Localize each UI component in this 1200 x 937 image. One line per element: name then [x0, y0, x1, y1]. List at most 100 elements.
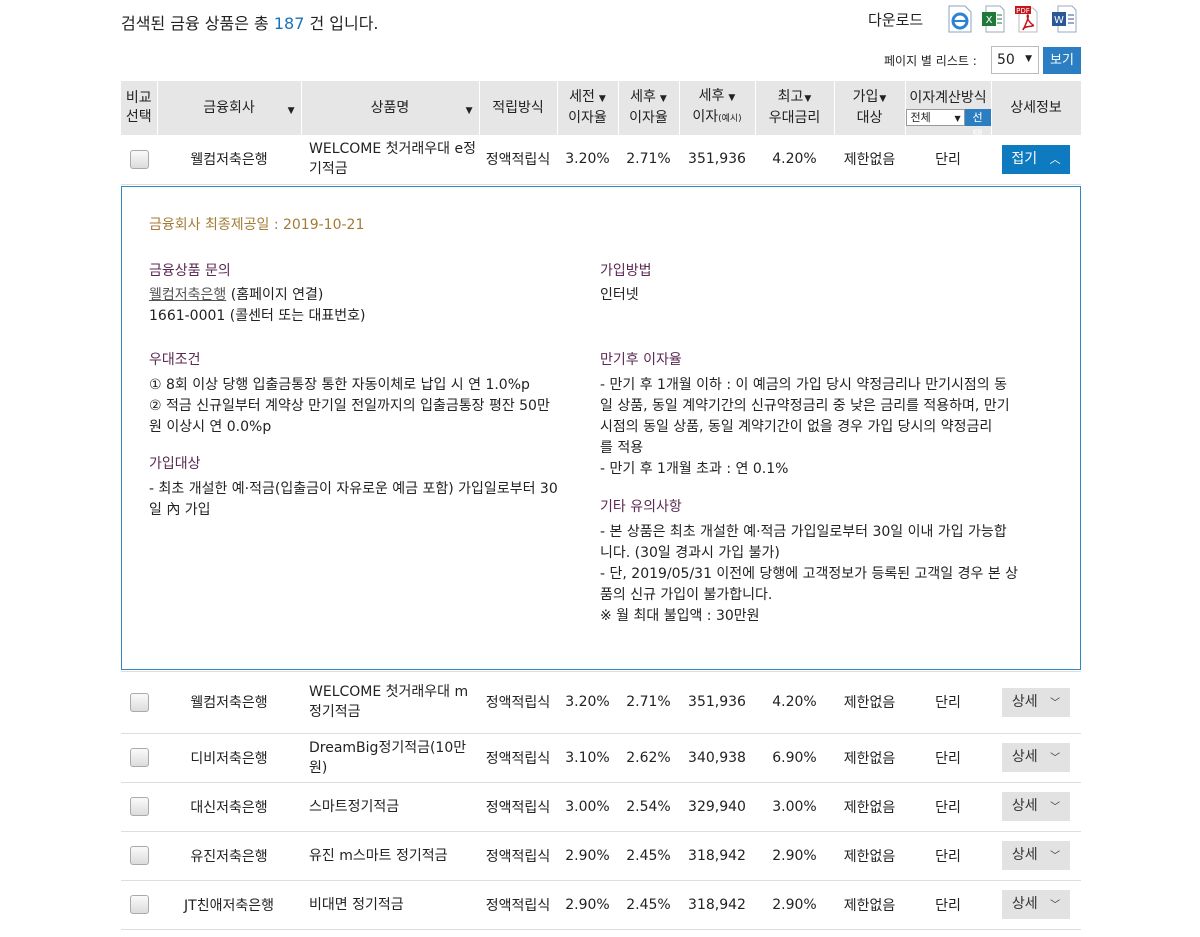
- interest-cell: 351,936: [679, 135, 755, 185]
- per-page-select[interactable]: 50 ▼: [991, 46, 1039, 74]
- target-cell: 제한없음: [834, 135, 905, 185]
- aftertax-cell: 2.54%: [618, 782, 679, 832]
- col-pretax-line1: 세전: [569, 89, 595, 105]
- col-info-label: 상세정보: [1010, 99, 1062, 116]
- ie-icon[interactable]: [945, 4, 975, 34]
- col-company-label: 금융회사: [203, 99, 255, 116]
- company-cell: 대신저축은행: [157, 782, 301, 832]
- col-aftertax-line1: 세후: [630, 89, 656, 105]
- calc-method-select[interactable]: 전체 ▼: [905, 109, 965, 126]
- pretax-cell: 3.10%: [557, 733, 618, 783]
- maturity-line-1: - 만기 후 1개월 이하 : 이 예금의 가입 당시 약정금리나 만기시점의 …: [600, 376, 1007, 393]
- target-cell: 제한없음: [834, 671, 905, 734]
- detail-button[interactable]: 상세 ﹀: [1002, 687, 1070, 717]
- sort-down-icon: ▼: [728, 93, 736, 103]
- max-rate-cell: 3.00%: [755, 782, 834, 832]
- pretax-cell: 3.20%: [557, 671, 618, 734]
- compare-checkbox[interactable]: [129, 895, 149, 914]
- notes-line-3: - 단, 2019/05/31 이전에 당행에 고객정보가 등록된 고객일 경우…: [600, 565, 1019, 582]
- chevron-down-icon: ﹀: [1050, 900, 1061, 911]
- maturity-line-3: 시점의 동일 상품, 동일 계약기간이 없을 경우 가입 당시의 약정금리: [600, 418, 993, 435]
- col-interest-line2: 이자: [692, 109, 719, 125]
- search-result-summary: 검색된 금융 상품은 총 187 건 입니다.: [121, 10, 379, 34]
- product-cell: 비대면 정기적금: [301, 880, 479, 930]
- method-cell: 정액적립식: [479, 135, 557, 185]
- max-rate-cell: 4.20%: [755, 671, 834, 734]
- pretax-cell: 2.90%: [557, 880, 618, 930]
- compare-checkbox[interactable]: [129, 692, 149, 712]
- col-target-line2: 대상: [856, 110, 883, 126]
- max-rate-cell: 2.90%: [755, 880, 834, 930]
- product-cell: WELCOME 첫거래우대 e정기적금: [301, 135, 479, 185]
- product-table: 비교 선택 금융회사 ▼ 상품명 ▼ 적립방식 세전 ▼ 이자율 세후 ▼ 이자율 세후 ▼ 이자…: [121, 81, 1082, 930]
- fold-button[interactable]: 접기 ︿: [1002, 144, 1070, 174]
- detail-button-label: 상세: [1011, 896, 1038, 912]
- calc-cell: 단리: [905, 671, 991, 734]
- col-calc-label: 이자계산방식: [909, 90, 987, 106]
- company-cell: JT친애저축은행: [157, 880, 301, 930]
- homepage-link[interactable]: 웰컴저축은행: [149, 287, 226, 303]
- product-cell: DreamBig정기적금(10만원): [301, 733, 479, 783]
- company-cell: 웰컴저축은행: [157, 671, 301, 734]
- method-cell: 정액적립식: [479, 831, 557, 881]
- col-pretax[interactable]: 세전 ▼ 이자율: [557, 81, 619, 135]
- detail-button[interactable]: 상세 ﹀: [1002, 743, 1070, 772]
- inquiry-line: 웰컴저축은행 (홈페이지 연결): [149, 285, 323, 306]
- maturity-title: 만기후 이자율: [600, 351, 682, 368]
- eligibility-line-1: - 최초 개설한 예·적금(입출금이 자유로운 예금 포함) 가입일로부터 30: [149, 480, 558, 497]
- target-cell: 제한없음: [834, 831, 905, 881]
- notes-line-4: 품의 신규 가입이 불가합니다.: [600, 586, 773, 603]
- detail-button-label: 상세: [1011, 847, 1038, 863]
- product-cell: WELCOME 첫거래우대 m정기적금: [301, 671, 479, 734]
- detail-row: 금융회사 최종제공일 : 2019-10-21 금융상품 문의 웰컴저축은행 (…: [121, 184, 1081, 672]
- company-cell: 디비저축은행: [157, 733, 301, 783]
- chevron-down-icon: ﹀: [1050, 851, 1061, 862]
- detail-button[interactable]: 상세 ﹀: [1002, 890, 1070, 919]
- sort-down-icon: ▼: [465, 106, 473, 116]
- table-row: 유진저축은행 유진 m스마트 정기적금 정액적립식 2.90% 2.45% 31…: [121, 831, 1081, 881]
- sort-down-icon: ▼: [804, 94, 812, 104]
- word-icon[interactable]: W: [1049, 4, 1079, 34]
- aftertax-cell: 2.45%: [618, 831, 679, 881]
- compare-checkbox[interactable]: [129, 748, 149, 767]
- excel-icon[interactable]: X: [978, 4, 1008, 34]
- chevron-down-icon: ﹀: [1050, 753, 1061, 764]
- sort-down-icon: ▼: [879, 94, 887, 104]
- pretax-cell: 3.20%: [557, 135, 618, 185]
- chevron-down-icon: ▼: [1025, 54, 1032, 64]
- col-product[interactable]: 상품명 ▼: [301, 81, 480, 135]
- col-compare-line1: 비교: [125, 90, 152, 106]
- col-max-rate-line2: 우대금리: [768, 110, 821, 126]
- preference-line-1: ① 8회 이상 당행 입출금통장 통한 자동이체로 납입 시 연 1.0%p: [149, 376, 530, 393]
- preference-line-2: ② 적금 신규일부터 계약상 만기일 전일까지의 입출금통장 평잔 50만: [149, 397, 550, 414]
- calc-cell: 단리: [905, 733, 991, 783]
- col-target[interactable]: 가입▼ 대상: [834, 81, 906, 135]
- compare-checkbox[interactable]: [129, 149, 149, 169]
- interest-cell: 318,942: [679, 880, 755, 930]
- download-label: 다운로드: [868, 11, 924, 29]
- col-aftertax[interactable]: 세후 ▼ 이자율: [618, 81, 680, 135]
- calc-select-button[interactable]: 선택: [964, 109, 991, 141]
- join-method-title: 가입방법: [600, 262, 652, 279]
- homepage-link-suffix: (홈페이지 연결): [226, 286, 324, 303]
- compare-checkbox[interactable]: [129, 846, 149, 865]
- view-button[interactable]: 보기: [1043, 47, 1081, 74]
- detail-button[interactable]: 상세 ﹀: [1002, 841, 1070, 870]
- sort-down-icon: ▼: [598, 94, 606, 104]
- svg-text:X: X: [986, 15, 993, 26]
- aftertax-cell: 2.71%: [618, 135, 679, 185]
- col-interest-example: (예시): [718, 114, 742, 124]
- sort-down-icon: ▼: [287, 106, 295, 116]
- compare-checkbox[interactable]: [129, 797, 149, 816]
- col-product-label: 상품명: [370, 99, 410, 116]
- col-interest[interactable]: 세후 ▼ 이자(예시): [679, 81, 756, 135]
- inquiry-title: 금융상품 문의: [149, 262, 231, 279]
- detail-button[interactable]: 상세 ﹀: [1002, 792, 1070, 821]
- table-row: 웰컴저축은행 WELCOME 첫거래우대 e정기적금 정액적립식 3.20% 2…: [121, 135, 1081, 185]
- table-row: 웰컴저축은행 WELCOME 첫거래우대 m정기적금 정액적립식 3.20% 2…: [121, 671, 1081, 734]
- col-compare-line2: 선택: [125, 109, 152, 125]
- preference-line-3: 원 이상시 연 0.0%p: [149, 418, 272, 435]
- col-company[interactable]: 금융회사 ▼: [157, 81, 302, 135]
- col-max-rate[interactable]: 최고▼ 우대금리: [755, 81, 835, 135]
- pdf-icon[interactable]: PDF: [1013, 4, 1043, 34]
